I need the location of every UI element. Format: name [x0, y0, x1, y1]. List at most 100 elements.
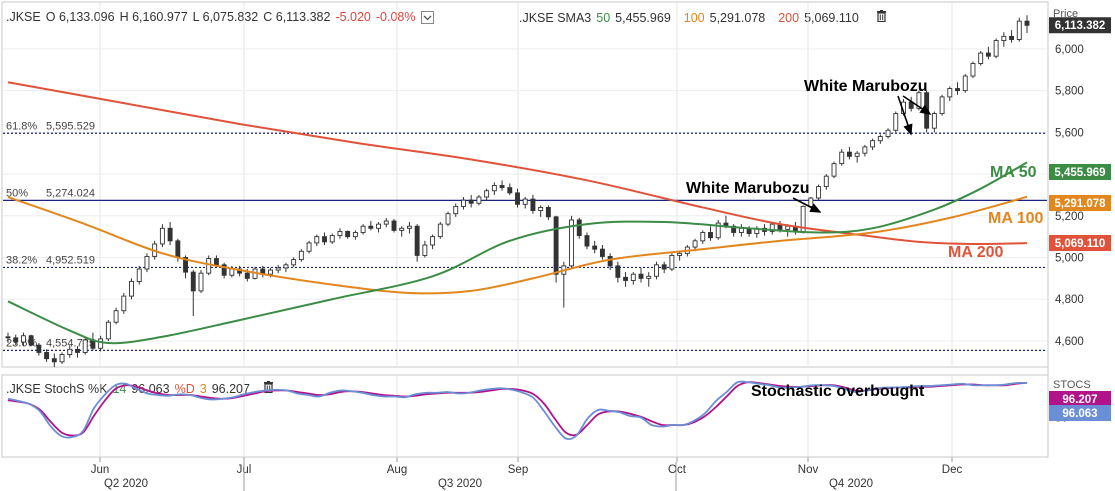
candle-up	[198, 272, 204, 292]
candle-up	[136, 268, 142, 282]
candle-down	[985, 52, 991, 57]
candle-up	[854, 152, 860, 157]
candle-up	[831, 163, 837, 177]
candle-up	[314, 236, 320, 244]
candle-down	[576, 219, 582, 237]
y-tick-label: 5,200	[1055, 211, 1084, 223]
y-tick-label: 5,600	[1055, 127, 1084, 139]
candle-down	[51, 358, 57, 363]
candle-up	[430, 236, 436, 246]
candle-up	[484, 190, 490, 198]
white-marubozu-label-1: White Marubozu	[804, 78, 928, 95]
candle-down	[213, 258, 219, 266]
candle-up	[159, 227, 165, 245]
candle-up	[885, 129, 891, 137]
fib-label: 61.8%	[6, 120, 37, 132]
x-month-label: Jun	[91, 464, 110, 476]
x-quarter-label: Q2 2020	[104, 478, 148, 490]
candle-up	[862, 146, 868, 154]
candle-down	[167, 227, 173, 242]
candle-up	[962, 75, 968, 92]
candle-up	[422, 244, 428, 256]
x-quarter-label: Q3 2020	[438, 478, 482, 490]
candle-up	[283, 264, 289, 269]
candle-down	[1024, 20, 1030, 26]
candle-down	[708, 232, 713, 239]
candle-up	[399, 227, 405, 231]
candle-up	[692, 240, 698, 248]
candle-up	[646, 275, 652, 279]
candle-up	[20, 335, 26, 343]
price-tag-ma100-text: 5,291.078	[1054, 198, 1106, 210]
candle-up	[978, 52, 984, 64]
candle-up	[229, 268, 235, 276]
candle-up	[877, 136, 883, 142]
y-tick-label: 4,800	[1055, 294, 1084, 306]
candle-down	[638, 273, 644, 279]
candle-up	[275, 267, 281, 271]
y-tick-label: 6,000	[1055, 44, 1084, 56]
candle-down	[615, 265, 621, 278]
candle-up	[67, 348, 73, 355]
candle-up	[491, 185, 497, 192]
candle-up	[121, 295, 127, 312]
candle-up	[206, 258, 212, 274]
candle-up	[144, 256, 150, 270]
candle-down	[13, 337, 19, 343]
candle-down	[530, 198, 536, 212]
candle-down	[5, 336, 11, 339]
chart-root: .JKSE O 6,133.096 H 6,160.977 L 6,075.83…	[0, 0, 1115, 491]
candle-up	[383, 220, 389, 225]
candle-up	[453, 205, 459, 215]
candle-down	[44, 351, 50, 360]
candle-up	[738, 227, 744, 233]
fib-value: 5,595.529	[46, 120, 95, 132]
candle-down	[36, 344, 42, 353]
ma100-label: MA 100	[988, 210, 1044, 227]
ma200-label: MA 200	[948, 244, 1004, 261]
candle-up	[376, 223, 381, 229]
candle-up	[839, 151, 845, 165]
candle-up	[893, 113, 899, 131]
candle-up	[406, 225, 412, 229]
stoch-k-tag-text: 96.063	[1062, 408, 1097, 420]
candle-down	[846, 151, 852, 157]
candle-up	[677, 252, 683, 256]
y-tick-label: 4,600	[1055, 336, 1084, 348]
price-tag-close-text: 6,113.382	[1055, 20, 1106, 32]
candle-up	[298, 250, 304, 261]
candle-up	[306, 242, 312, 252]
fib-value: 5,274.024	[46, 187, 95, 199]
stoch-axis-title: STOCS	[1053, 379, 1091, 391]
candle-up	[352, 232, 358, 238]
x-quarter-label: Q4 2020	[829, 478, 873, 490]
candle-up	[113, 310, 119, 323]
candle-up	[1016, 20, 1022, 40]
candle-down	[244, 272, 250, 279]
candle-up	[461, 199, 466, 207]
candle-up	[337, 230, 343, 237]
stoch-d-tag-text: 96.207	[1062, 394, 1097, 406]
candle-up	[700, 232, 706, 242]
candle-up	[268, 269, 273, 275]
candle-down	[322, 236, 327, 243]
candle-up	[445, 213, 451, 225]
candle-down	[468, 199, 474, 204]
candle-down	[75, 348, 80, 353]
candle-up	[82, 339, 88, 353]
candle-up	[291, 259, 297, 266]
candle-up	[129, 281, 134, 297]
white-marubozu-label-2: White Marubozu	[686, 180, 810, 197]
candle-up	[538, 206, 544, 212]
candle-down	[414, 225, 420, 256]
candle-down	[499, 185, 505, 189]
x-month-label: Nov	[798, 464, 819, 476]
price-pane-frame	[1, 1, 1049, 368]
candle-down	[661, 264, 667, 270]
candle-up	[823, 175, 829, 188]
ma50-label: MA 50	[990, 164, 1037, 181]
fib-value: 4,952.519	[46, 254, 95, 266]
candle-up	[360, 225, 366, 233]
candle-up	[476, 196, 482, 204]
candle-down	[515, 192, 520, 205]
